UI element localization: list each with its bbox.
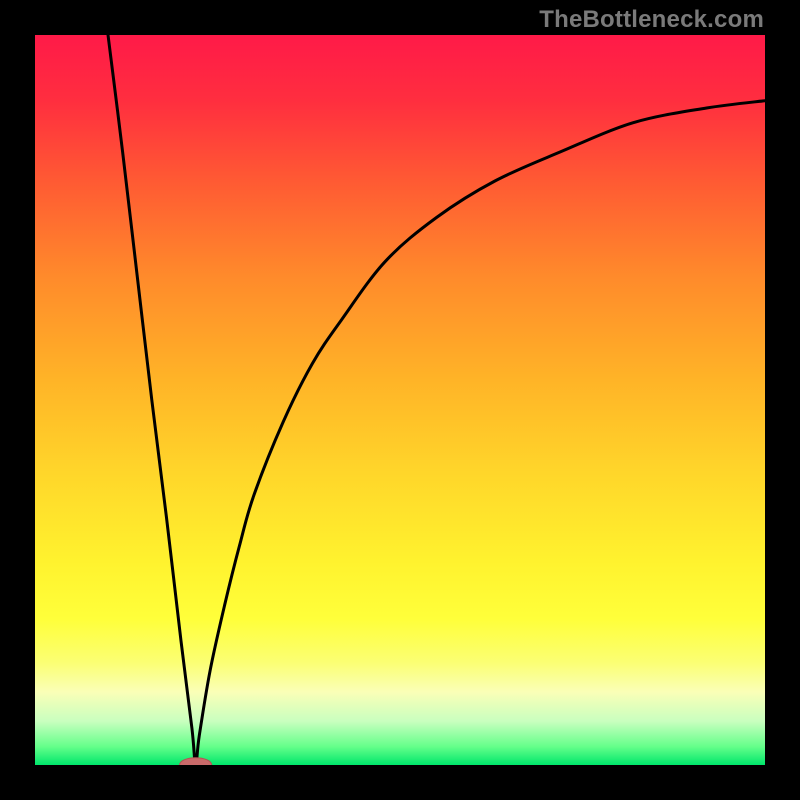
plot-area <box>35 35 765 765</box>
bottleneck-curve <box>108 35 765 765</box>
watermark-label: TheBottleneck.com <box>539 6 764 34</box>
minimum-marker <box>180 758 212 765</box>
curve-layer <box>35 35 765 765</box>
bottleneck-chart-frame: TheBottleneck.com <box>0 0 800 800</box>
